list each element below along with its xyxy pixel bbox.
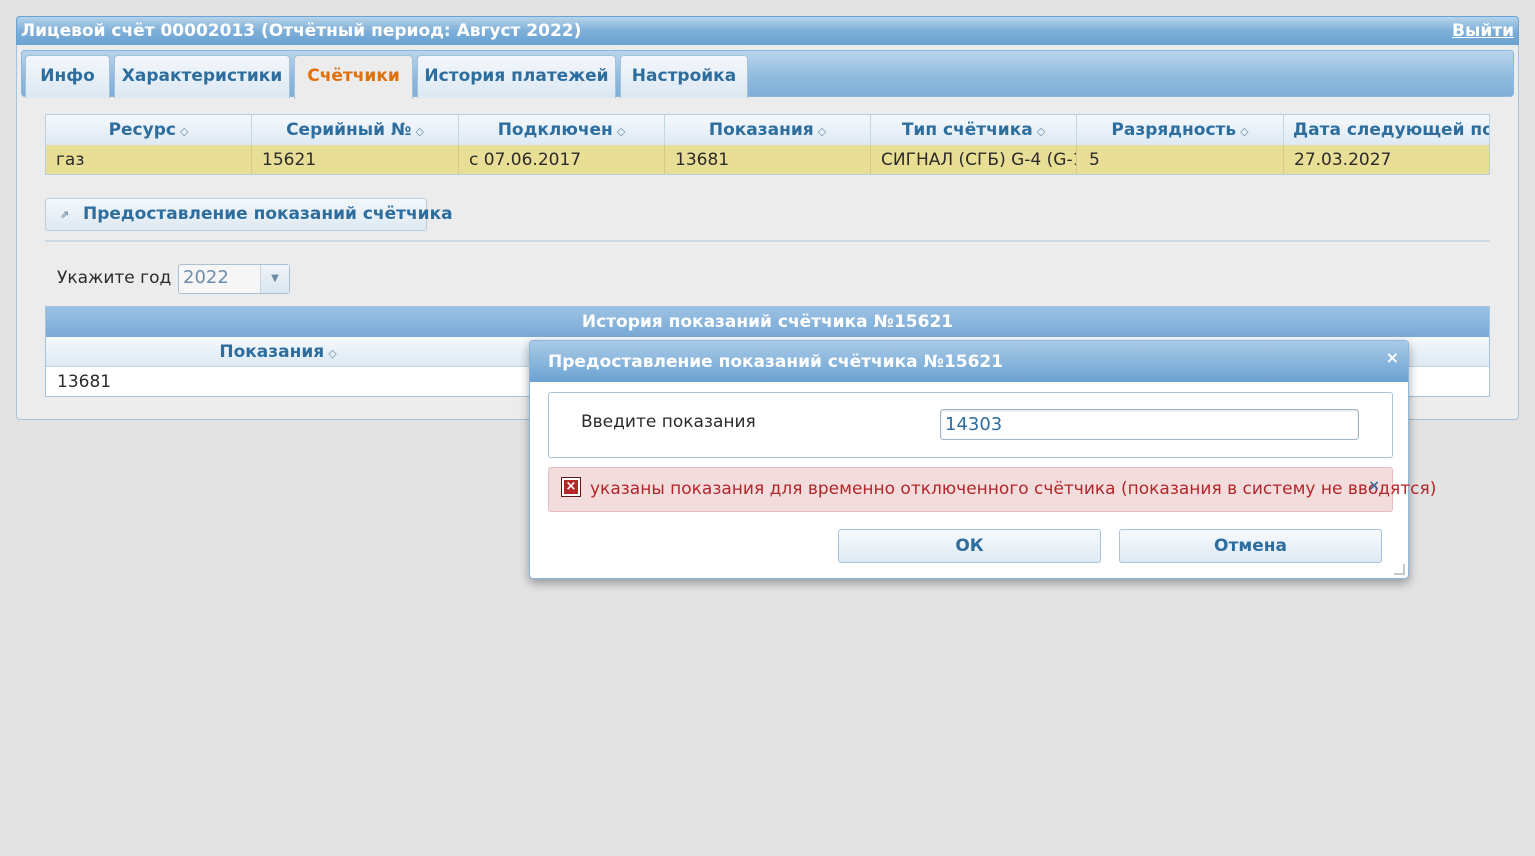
column-header-meter-type[interactable]: Тип счётчика ◇ (871, 115, 1077, 145)
column-header-next-verification[interactable]: Дата следующей пове (1284, 115, 1489, 145)
column-header-serial[interactable]: Серийный № ◇ (252, 115, 459, 145)
resize-handle-icon[interactable] (1394, 564, 1405, 575)
logout-link[interactable]: Выйти (1452, 21, 1514, 41)
submit-readings-button[interactable]: ⇗ Предоставление показаний счётчика (45, 198, 453, 231)
tab-bar: Инфо Характеристики Счётчики История пла… (21, 50, 1514, 99)
window-title: Лицевой счёт 00002013 (Отчётный период: … (21, 21, 582, 41)
sort-icon: ◇ (817, 125, 827, 138)
tab-info[interactable]: Инфо (25, 55, 110, 98)
ok-button[interactable]: ОК (838, 529, 1101, 563)
divider (45, 240, 1490, 242)
cancel-button[interactable]: Отмена (1119, 529, 1382, 563)
history-title: История показаний счётчика №15621 (46, 307, 1489, 337)
chevron-down-icon[interactable]: ▼ (260, 265, 289, 293)
year-label: Укажите год (57, 268, 172, 288)
table-cell: 13681 (57, 372, 112, 392)
dialog-title: Предоставление показаний счётчика №15621 (548, 352, 1004, 372)
tab-characteristics[interactable]: Характеристики (114, 55, 290, 98)
tab-payment-history[interactable]: История платежей (417, 55, 616, 98)
sort-icon: ◇ (1036, 125, 1046, 138)
title-bar: Лицевой счёт 00002013 (Отчётный период: … (16, 16, 1519, 45)
table-cell[interactable]: 5 (1077, 145, 1284, 174)
sort-icon: ◇ (328, 347, 337, 360)
tab-settings[interactable]: Настройка (620, 55, 748, 98)
readings-input[interactable] (940, 409, 1359, 440)
error-close-icon[interactable]: × (1368, 478, 1380, 494)
year-value: 2022 (183, 267, 229, 288)
table-cell[interactable]: газ (46, 145, 252, 174)
year-select[interactable]: 2022 ▼ (178, 264, 290, 294)
external-link-icon: ⇗ (60, 208, 70, 221)
error-text: указаны показания для временно отключенн… (590, 479, 1437, 499)
column-header-resource[interactable]: Ресурс ◇ (46, 115, 252, 145)
readings-dialog: Предоставление показаний счётчика №15621… (529, 340, 1436, 579)
column-header-readings[interactable]: Показания ◇ (665, 115, 871, 145)
close-icon[interactable]: × (1386, 348, 1399, 367)
table-cell[interactable]: 13681 (665, 145, 871, 174)
tab-meters[interactable]: Счётчики (294, 55, 413, 99)
column-header-readings[interactable]: Показания ◇ (46, 337, 510, 369)
sort-icon: ◇ (1240, 125, 1249, 138)
readings-fieldset: Введите показания (548, 392, 1393, 458)
sort-icon: ◇ (616, 125, 626, 138)
readings-input-label: Введите показания (581, 412, 756, 432)
table-cell[interactable]: с 07.06.2017 (459, 145, 665, 174)
table-cell[interactable]: 27.03.2027 (1284, 145, 1489, 174)
dialog-header: Предоставление показаний счётчика №15621… (530, 341, 1408, 382)
column-header-connected[interactable]: Подключен ◇ (459, 115, 665, 145)
table-cell[interactable]: 15621 (252, 145, 459, 174)
error-icon: × (561, 477, 581, 497)
table-cell[interactable]: СИГНАЛ (СГБ) G-4 (G-1 (871, 145, 1077, 174)
sort-icon: ◇ (179, 125, 189, 138)
meters-table: Ресурс ◇ Серийный № ◇ Подключен ◇ Показания… (45, 114, 1490, 175)
error-message: × указаны показания для временно отключе… (548, 467, 1436, 512)
sort-icon: ◇ (415, 125, 424, 138)
column-header-digits[interactable]: Разрядность ◇ (1077, 115, 1284, 145)
